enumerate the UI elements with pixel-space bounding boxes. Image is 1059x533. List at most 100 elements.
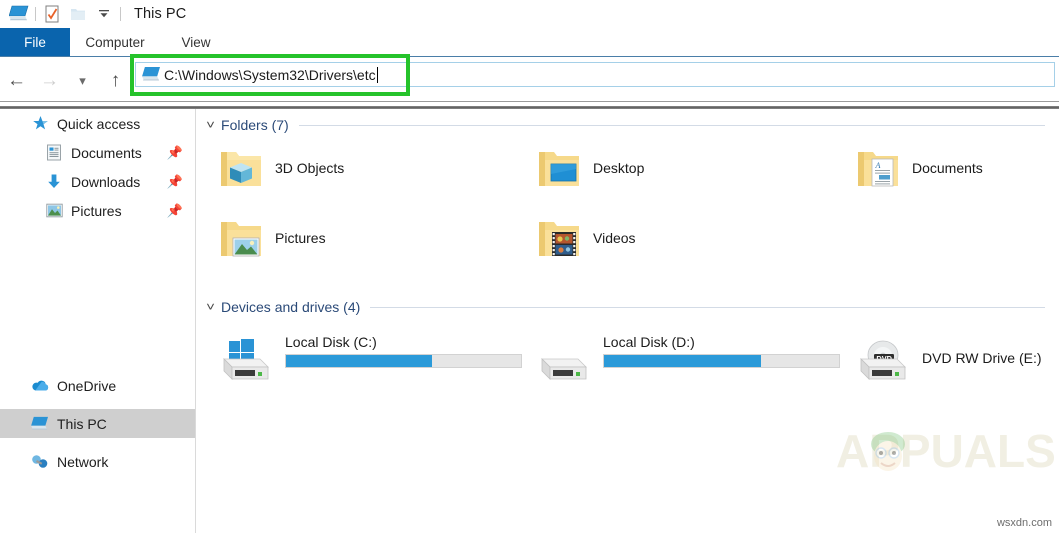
text-cursor (376, 66, 378, 83)
drive-capacity-bar (285, 354, 522, 368)
drives-grid: Local Disk (C:) Local Disk (D:) DVD DVD … (197, 318, 1059, 428)
sidebar-item-label: OneDrive (57, 377, 117, 394)
drive-capacity-bar (603, 354, 840, 368)
sidebar-item-label: Network (57, 453, 109, 470)
sidebar-item-onedrive[interactable]: OneDrive (0, 371, 195, 400)
drive-item-label: DVD RW Drive (E:) (922, 350, 1042, 366)
folder-item-body: Videos (593, 230, 636, 248)
drive-item-body: DVD RW Drive (E:) (922, 350, 1042, 368)
back-button[interactable]: ← (0, 57, 33, 103)
tab-file[interactable]: File (0, 28, 70, 56)
folder-item-label: Desktop (593, 160, 645, 176)
source-watermark: wsxdn.com (996, 517, 1052, 529)
tab-computer[interactable]: Computer (70, 28, 160, 56)
pin-icon[interactable]: 📌 (167, 174, 183, 190)
drive-item-label: Local Disk (C:) (285, 334, 377, 350)
windows-drive-icon (215, 332, 277, 386)
sidebar-item-label: Quick access (57, 115, 141, 132)
dvd-drive-icon: DVD (852, 332, 914, 386)
group-divider (370, 306, 1045, 308)
group-title: Devices and drives (4) (221, 299, 361, 315)
folder-item-3d-objects[interactable]: 3D Objects (215, 146, 344, 192)
up-button[interactable]: ↑ (99, 57, 132, 103)
sidebar-item-quick-access[interactable]: Quick access (0, 109, 195, 138)
pictures-icon (44, 201, 64, 221)
toolbar-separator (35, 7, 36, 21)
file-list-pane: ˅ Folders (7) 3D Objects Desktop A Docum… (197, 109, 1059, 533)
navigation-buttons: ← → ▾ ↑ (0, 57, 132, 103)
folder-item-documents[interactable]: A Documents (852, 146, 983, 192)
folder-item-videos[interactable]: Videos (533, 216, 636, 262)
folder-item-body: Documents (912, 160, 983, 178)
drive-item-label: Local Disk (D:) (603, 334, 695, 350)
customize-quick-access-toolbar-icon[interactable] (91, 2, 117, 26)
hard-drive-icon (533, 332, 595, 386)
address-text: C:\Windows\System32\Drivers\etc (164, 66, 376, 83)
sidebar-item-documents[interactable]: Documents 📌 (0, 138, 195, 167)
downloads-arrow-icon (44, 172, 64, 192)
toolbar-separator-2 (120, 7, 121, 21)
sidebar-item-label: This PC (57, 415, 107, 432)
properties-icon[interactable] (39, 2, 65, 26)
network-icon (30, 452, 50, 472)
window-title: This PC (134, 6, 187, 22)
folder-item-pictures[interactable]: Pictures (215, 216, 326, 262)
folder-3d-objects-icon (215, 146, 267, 192)
onedrive-cloud-icon (30, 376, 50, 396)
drive-item-body: Local Disk (D:) (603, 334, 840, 368)
documents-icon (44, 143, 64, 163)
address-bar-divider (0, 101, 1059, 102)
folder-item-body: Pictures (275, 230, 326, 248)
folder-videos-icon (533, 216, 585, 262)
sidebar-item-network[interactable]: Network (0, 447, 195, 476)
sidebar-item-label: Downloads (71, 173, 141, 190)
drive-item-local-disk-d[interactable]: Local Disk (D:) (533, 332, 840, 386)
chevron-down-icon: ▾ (79, 72, 86, 88)
drive-capacity-fill (286, 355, 432, 367)
folder-item-label: Pictures (275, 230, 326, 246)
folder-item-desktop[interactable]: Desktop (533, 146, 644, 192)
folders-grid: 3D Objects Desktop A Documents Pictures … (197, 136, 1059, 288)
group-title: Folders (7) (221, 117, 289, 133)
sidebar-item-label: Documents (71, 144, 142, 161)
forward-arrow-icon: → (40, 69, 59, 91)
title-bar: This PC (0, 0, 1059, 28)
new-folder-icon[interactable] (65, 2, 91, 26)
folder-desktop-icon (533, 146, 585, 192)
this-pc-icon[interactable] (6, 2, 32, 26)
svg-text:A: A (875, 161, 881, 170)
group-header-devices-and-drives[interactable]: ˅ Devices and drives (4) (197, 296, 1059, 318)
pin-icon[interactable]: 📌 (167, 203, 183, 219)
recent-locations-button[interactable]: ▾ (66, 57, 99, 103)
sidebar-item-this-pc[interactable]: This PC (0, 409, 195, 438)
folder-item-label: Videos (593, 230, 636, 246)
sidebar-item-downloads[interactable]: Downloads 📌 (0, 167, 195, 196)
forward-button[interactable]: → (33, 57, 66, 103)
group-header-folders[interactable]: ˅ Folders (7) (197, 114, 1059, 136)
address-input[interactable]: C:\Windows\System32\Drivers\etc (135, 62, 1055, 87)
chevron-down-icon[interactable]: ˅ (206, 119, 215, 131)
up-arrow-icon: ↑ (110, 69, 121, 91)
drive-item-dvd-rw-e[interactable]: DVD DVD RW Drive (E:) (852, 332, 1042, 386)
back-arrow-icon: ← (7, 69, 26, 91)
file-explorer-window: This PC File Computer View ← → ▾ ↑ C:\Wi… (0, 0, 1059, 533)
folder-documents-icon: A (852, 146, 904, 192)
folder-item-label: 3D Objects (275, 160, 345, 176)
ribbon-tabs: File Computer View (0, 28, 1059, 56)
navigation-pane: Quick access Documents 📌 Downloads 📌 Pic… (0, 109, 196, 533)
sidebar-item-pictures[interactable]: Pictures 📌 (0, 196, 195, 225)
chevron-down-icon[interactable]: ˅ (206, 301, 215, 313)
tab-view[interactable]: View (160, 28, 232, 56)
folder-pictures-icon (215, 216, 267, 262)
folder-item-body: Desktop (593, 160, 644, 178)
star-pin-icon (30, 114, 50, 134)
pin-icon[interactable]: 📌 (167, 145, 183, 161)
this-pc-icon (142, 66, 164, 84)
drive-item-local-disk-c[interactable]: Local Disk (C:) (215, 332, 522, 386)
drive-capacity-fill (604, 355, 762, 367)
group-divider (298, 124, 1045, 126)
drive-item-body: Local Disk (C:) (285, 334, 522, 368)
